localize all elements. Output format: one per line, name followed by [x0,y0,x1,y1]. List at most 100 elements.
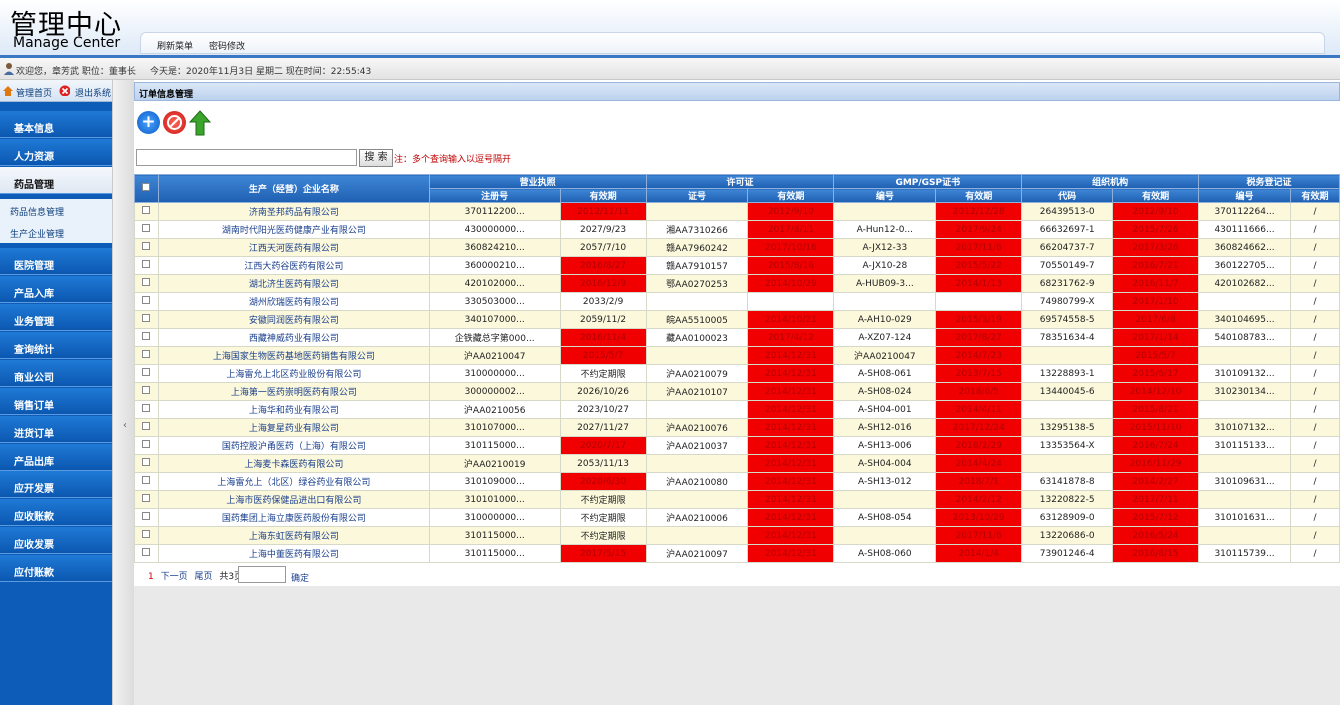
company-name-cell[interactable]: 上海市医药保健品进出口有限公司 [157,490,430,509]
company-name-cell[interactable]: 上海国家生物医药基地医药销售有限公司 [157,346,430,365]
row-checkbox[interactable] [134,310,159,329]
select-all-checkbox[interactable] [134,174,159,203]
table-row[interactable]: 安徽同润医药有限公司 340107000... 2059/11/2 皖AA551000… [134,310,1340,329]
table-row[interactable]: 上海麦卡森医药有限公司 沪AA0210019 2053/11/13 2014/12/3… [134,454,1340,473]
table-row[interactable]: 上海华和药业有限公司 沪AA0210056 2023/10/27 2014/12/31… [134,400,1340,419]
table-cell: 2014/10/21 [747,310,835,329]
row-checkbox[interactable] [134,400,159,419]
table-row[interactable]: 湖州欣瑞医药有限公司 330503000... 2033/2/9 74980799-X… [134,292,1340,311]
row-checkbox[interactable] [134,220,159,239]
table-row[interactable]: 上海雷允上北区药业股份有限公司 310000000... 不约定期限 沪AA02100… [134,364,1340,383]
search-input[interactable] [136,149,357,166]
sidebar-item-7[interactable]: 查询统计 [0,332,112,359]
company-name-cell[interactable]: 上海雷允上北区药业股份有限公司 [157,364,430,383]
company-name-cell[interactable]: 上海复星药业有限公司 [157,418,430,437]
forbidden-icon[interactable] [163,111,186,134]
row-checkbox[interactable] [134,382,159,401]
table-row[interactable]: 西藏神威药业有限公司 企铁藏总字第000... 2016/11/4 藏AA010002… [134,328,1340,347]
sidebar-item-10[interactable]: 进货订单 [0,416,112,443]
table-cell: 2017/6/8 [1112,310,1200,329]
sidebar-item-13[interactable]: 应收账款 [0,499,112,526]
row-checkbox[interactable] [134,292,159,311]
page-number-input[interactable] [238,566,286,583]
search-button[interactable]: 搜 索 [359,149,393,167]
table-cell: / [1289,400,1340,419]
up-arrow-icon[interactable] [189,110,211,136]
add-circle-icon[interactable]: + [137,111,160,134]
company-name-cell[interactable]: 湖北济生医药有限公司 [157,274,430,293]
row-checkbox[interactable] [134,526,159,545]
company-name-cell[interactable]: 上海第一医药崇明医药有限公司 [157,382,430,401]
sidebar-item-4[interactable]: 医院管理 [0,248,112,275]
table-row[interactable]: 上海国家生物医药基地医药销售有限公司 沪AA0210047 2015/5/7 2014… [134,346,1340,365]
row-checkbox[interactable] [134,238,159,257]
sidebar-subitem-1[interactable]: 药品信息管理 [0,199,112,221]
logout-link[interactable]: 退出系统 [75,86,111,99]
row-checkbox[interactable] [134,436,159,455]
next-page-link[interactable]: 下一页 [161,572,188,582]
table-row[interactable]: 江西大药谷医药有限公司 360000210... 2016/8/27 赣AA79101… [134,256,1340,275]
table-row[interactable]: 上海雷允上（北区）绿谷药业有限公司 310109000... 2020/6/30 沪A… [134,472,1340,491]
sidebar-item-6[interactable]: 业务管理 [0,304,112,331]
table-row[interactable]: 湖北济生医药有限公司 420102000... 2016/12/9 鄂AA027025… [134,274,1340,293]
company-name-cell[interactable]: 上海东虹医药有限公司 [157,526,430,545]
row-checkbox[interactable] [134,202,159,221]
sidebar-item-8[interactable]: 商业公司 [0,360,112,387]
table-row[interactable]: 上海东虹医药有限公司 310115000... 不约定期限 2014/12/31 201… [134,526,1340,545]
sidebar-item-15[interactable]: 应付账款 [0,555,112,582]
table-cell: / [1289,436,1340,455]
company-name-cell[interactable]: 国药控股沪甬医药（上海）有限公司 [157,436,430,455]
company-name-cell[interactable]: 湖南时代阳光医药健康产业有限公司 [157,220,430,239]
table-row[interactable]: 上海第一医药崇明医药有限公司 300000002... 2026/10/26 沪AA0… [134,382,1340,401]
row-checkbox[interactable] [134,454,159,473]
company-name-cell[interactable]: 西藏神威药业有限公司 [157,328,430,347]
go-page-button[interactable]: 确定 [291,571,309,584]
refresh-menu-link[interactable]: 刷新菜单 [157,39,193,52]
table-row[interactable]: 上海中董医药有限公司 310115000... 2017/5/15 沪AA021009… [134,544,1340,563]
sidebar-item-5[interactable]: 产品入库 [0,276,112,303]
sidebar-item-3[interactable]: 药品管理 [0,167,112,194]
collapse-arrow-icon[interactable]: ‹ [123,420,127,431]
table-row[interactable]: 湖南时代阳光医药健康产业有限公司 430000000... 2027/9/23 湘AA… [134,220,1340,239]
row-checkbox[interactable] [134,544,159,563]
table-row[interactable]: 上海市医药保健品进出口有限公司 310101000... 不约定期限 2014/12/… [134,490,1340,509]
row-checkbox[interactable] [134,256,159,275]
company-name-cell[interactable]: 上海雷允上（北区）绿谷药业有限公司 [157,472,430,491]
company-name-cell[interactable]: 济南圣邦药品有限公司 [157,202,430,221]
company-name-cell[interactable]: 江西天河医药有限公司 [157,238,430,257]
row-checkbox[interactable] [134,490,159,509]
sidebar-splitter[interactable]: ‹ [112,80,134,705]
table-row[interactable]: 国药控股沪甬医药（上海）有限公司 310115000... 2020/7/17 沪AA… [134,436,1340,455]
table-cell: 不约定期限 [559,490,647,509]
logout-icon [59,85,70,96]
company-name-cell[interactable]: 国药集团上海立康医药股份有限公司 [157,508,430,527]
company-name-cell[interactable]: 江西大药谷医药有限公司 [157,256,430,275]
company-name-cell[interactable]: 上海中董医药有限公司 [157,544,430,563]
table-row[interactable]: 国药集团上海立康医药股份有限公司 310000000... 不约定期限 沪AA0210… [134,508,1340,527]
sidebar-subitem-2[interactable]: 生产企业管理 [0,221,112,243]
sidebar-item-2[interactable]: 人力资源 [0,139,112,166]
table-row[interactable]: 江西天河医药有限公司 360824210... 2057/7/10 赣AA796024… [134,238,1340,257]
company-name-cell[interactable]: 安徽同润医药有限公司 [157,310,430,329]
company-name-cell[interactable]: 湖州欣瑞医药有限公司 [157,292,430,311]
sidebar-item-14[interactable]: 应收发票 [0,527,112,554]
row-checkbox[interactable] [134,508,159,527]
sidebar-item-12[interactable]: 应开发票 [0,471,112,498]
table-cell: 2017/1/10 [1112,292,1200,311]
sidebar-item-11[interactable]: 产品出库 [0,444,112,471]
table-row[interactable]: 济南圣邦药品有限公司 370112200... 2012/11/11 2012/9/1… [134,202,1340,221]
row-checkbox[interactable] [134,364,159,383]
row-checkbox[interactable] [134,328,159,347]
table-row[interactable]: 上海复星药业有限公司 310107000... 2027/11/27 沪AA02100… [134,418,1340,437]
change-password-link[interactable]: 密码修改 [209,39,245,52]
row-checkbox[interactable] [134,274,159,293]
home-link[interactable]: 管理首页 [16,86,52,99]
company-name-cell[interactable]: 上海华和药业有限公司 [157,400,430,419]
row-checkbox[interactable] [134,346,159,365]
sidebar-item-1[interactable]: 基本信息 [0,111,112,138]
last-page-link[interactable]: 尾页 [195,572,213,582]
sidebar-item-9[interactable]: 销售订单 [0,388,112,415]
row-checkbox[interactable] [134,472,159,491]
company-name-cell[interactable]: 上海麦卡森医药有限公司 [157,454,430,473]
row-checkbox[interactable] [134,418,159,437]
